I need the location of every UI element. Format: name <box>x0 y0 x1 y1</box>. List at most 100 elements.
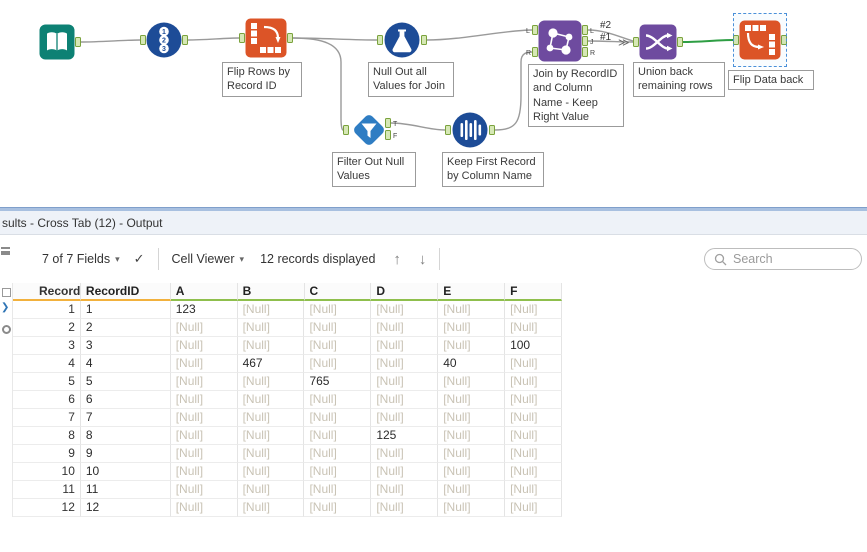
table-cell[interactable]: [Null] <box>371 355 439 373</box>
table-cell[interactable]: [Null] <box>438 301 506 319</box>
table-cell[interactable]: [Null] <box>505 301 562 319</box>
anchor-output-join-j[interactable] <box>582 36 588 46</box>
table-cell[interactable]: [Null] <box>304 337 372 355</box>
table-cell[interactable]: [Null] <box>371 391 439 409</box>
table-cell[interactable]: 1 <box>80 301 171 319</box>
table-cell[interactable]: [Null] <box>170 409 238 427</box>
table-cell[interactable]: 5 <box>13 373 81 391</box>
table-cell[interactable]: [Null] <box>505 499 562 517</box>
table-cell[interactable]: 4 <box>80 355 171 373</box>
table-cell[interactable]: [Null] <box>237 445 305 463</box>
table-cell[interactable]: [Null] <box>371 409 439 427</box>
table-cell[interactable]: [Null] <box>505 445 562 463</box>
table-cell[interactable]: 9 <box>13 445 81 463</box>
annotation-filter[interactable]: Filter Out Null Values <box>332 152 416 187</box>
table-cell[interactable]: 4 <box>13 355 81 373</box>
tool-join[interactable] <box>538 20 582 62</box>
table-cell[interactable]: [Null] <box>505 409 562 427</box>
annotation-cross-tab[interactable]: Flip Data back <box>728 70 814 91</box>
table-cell[interactable]: [Null] <box>170 391 238 409</box>
wire-input-recordid[interactable] <box>79 39 141 43</box>
column-header-e[interactable]: E <box>438 283 506 301</box>
table-cell[interactable]: 3 <box>13 337 81 355</box>
anchor-output-input-data[interactable] <box>75 37 81 47</box>
tool-unique[interactable] <box>451 111 489 149</box>
table-cell[interactable]: [Null] <box>438 481 506 499</box>
tool-cross-tab[interactable] <box>739 20 781 60</box>
table-cell[interactable]: [Null] <box>237 301 305 319</box>
wire-union-crosstab-selected[interactable] <box>682 39 734 43</box>
tool-transpose[interactable] <box>245 18 287 58</box>
cell-viewer-dropdown[interactable]: Cell Viewer ▾ <box>172 252 245 266</box>
table-cell[interactable]: 1 <box>13 301 81 319</box>
table-cell[interactable]: [Null] <box>304 391 372 409</box>
anchor-output-formula[interactable] <box>421 35 427 45</box>
column-header-record[interactable]: Record <box>13 283 81 301</box>
table-cell[interactable]: 10 <box>80 463 171 481</box>
table-cell[interactable]: [Null] <box>371 445 439 463</box>
table-cell[interactable]: [Null] <box>304 445 372 463</box>
table-cell[interactable]: 12 <box>80 499 171 517</box>
table-cell[interactable]: [Null] <box>237 481 305 499</box>
tool-union[interactable] <box>639 24 677 60</box>
anchor-output-recordid[interactable] <box>182 35 188 45</box>
table-cell[interactable]: 7 <box>13 409 81 427</box>
table-cell[interactable]: 3 <box>80 337 171 355</box>
profile-view-icon[interactable] <box>2 325 11 334</box>
arrow-down-icon[interactable]: ↓ <box>419 251 427 268</box>
annotation-unique[interactable]: Keep First Record by Column Name <box>442 152 544 187</box>
table-cell[interactable]: 5 <box>80 373 171 391</box>
table-cell[interactable]: [Null] <box>237 319 305 337</box>
workflow-canvas[interactable]: T F L R L J R #2 #1 ≫ 1 2 3 Flip Rows by… <box>0 0 867 207</box>
table-cell[interactable]: [Null] <box>371 337 439 355</box>
table-cell[interactable]: 2 <box>80 319 171 337</box>
search-box[interactable] <box>704 248 862 270</box>
anchor-output-join-left[interactable] <box>582 25 588 35</box>
anchor-output-union[interactable] <box>677 37 683 47</box>
table-cell[interactable]: 6 <box>80 391 171 409</box>
table-cell[interactable]: [Null] <box>304 319 372 337</box>
table-cell[interactable]: [Null] <box>170 355 238 373</box>
wire-formula-join[interactable] <box>426 29 533 41</box>
table-cell[interactable]: [Null] <box>304 499 372 517</box>
anchor-output-unique[interactable] <box>489 125 495 135</box>
table-cell[interactable]: [Null] <box>304 463 372 481</box>
column-header-a[interactable]: A <box>170 283 238 301</box>
wire-unique-join[interactable] <box>494 51 533 131</box>
table-cell[interactable]: [Null] <box>170 319 238 337</box>
annotation-formula[interactable]: Null Out all Values for Join <box>368 62 454 97</box>
annotation-union[interactable]: Union back remaining rows <box>633 62 725 97</box>
tool-record-id[interactable]: 1 2 3 <box>145 21 183 59</box>
column-header-f[interactable]: F <box>505 283 563 301</box>
anchor-output-transpose[interactable] <box>287 33 293 43</box>
table-cell[interactable]: 765 <box>304 373 372 391</box>
table-cell[interactable]: 12 <box>13 499 81 517</box>
table-cell[interactable]: [Null] <box>237 499 305 517</box>
wire-recordid-transpose[interactable] <box>187 37 240 41</box>
table-cell[interactable]: [Null] <box>170 499 238 517</box>
table-cell[interactable]: [Null] <box>438 409 506 427</box>
anchor-input-transpose[interactable] <box>239 33 245 43</box>
table-cell[interactable]: [Null] <box>438 319 506 337</box>
table-cell[interactable]: [Null] <box>304 301 372 319</box>
table-cell[interactable]: 11 <box>80 481 171 499</box>
table-cell[interactable]: [Null] <box>304 427 372 445</box>
table-cell[interactable]: [Null] <box>505 355 562 373</box>
table-cell[interactable]: 8 <box>80 427 171 445</box>
table-cell[interactable]: [Null] <box>438 427 506 445</box>
wire-filter-unique[interactable] <box>390 122 446 131</box>
fields-dropdown[interactable]: 7 of 7 Fields ▾ <box>42 252 120 266</box>
expand-panel-icon[interactable]: ❯ <box>1 303 9 313</box>
table-cell[interactable]: [Null] <box>371 301 439 319</box>
table-cell[interactable]: [Null] <box>505 463 562 481</box>
anchor-input-filter[interactable] <box>343 125 349 135</box>
column-header-recordid[interactable]: RecordID <box>80 283 171 301</box>
table-cell[interactable]: 11 <box>13 481 81 499</box>
column-header-b[interactable]: B <box>237 283 305 301</box>
anchor-output-join-right[interactable] <box>582 47 588 57</box>
table-cell[interactable]: 123 <box>170 301 238 319</box>
table-cell[interactable]: [Null] <box>170 337 238 355</box>
table-cell[interactable]: [Null] <box>304 481 372 499</box>
table-cell[interactable]: [Null] <box>237 337 305 355</box>
anchor-input-unique[interactable] <box>445 125 451 135</box>
